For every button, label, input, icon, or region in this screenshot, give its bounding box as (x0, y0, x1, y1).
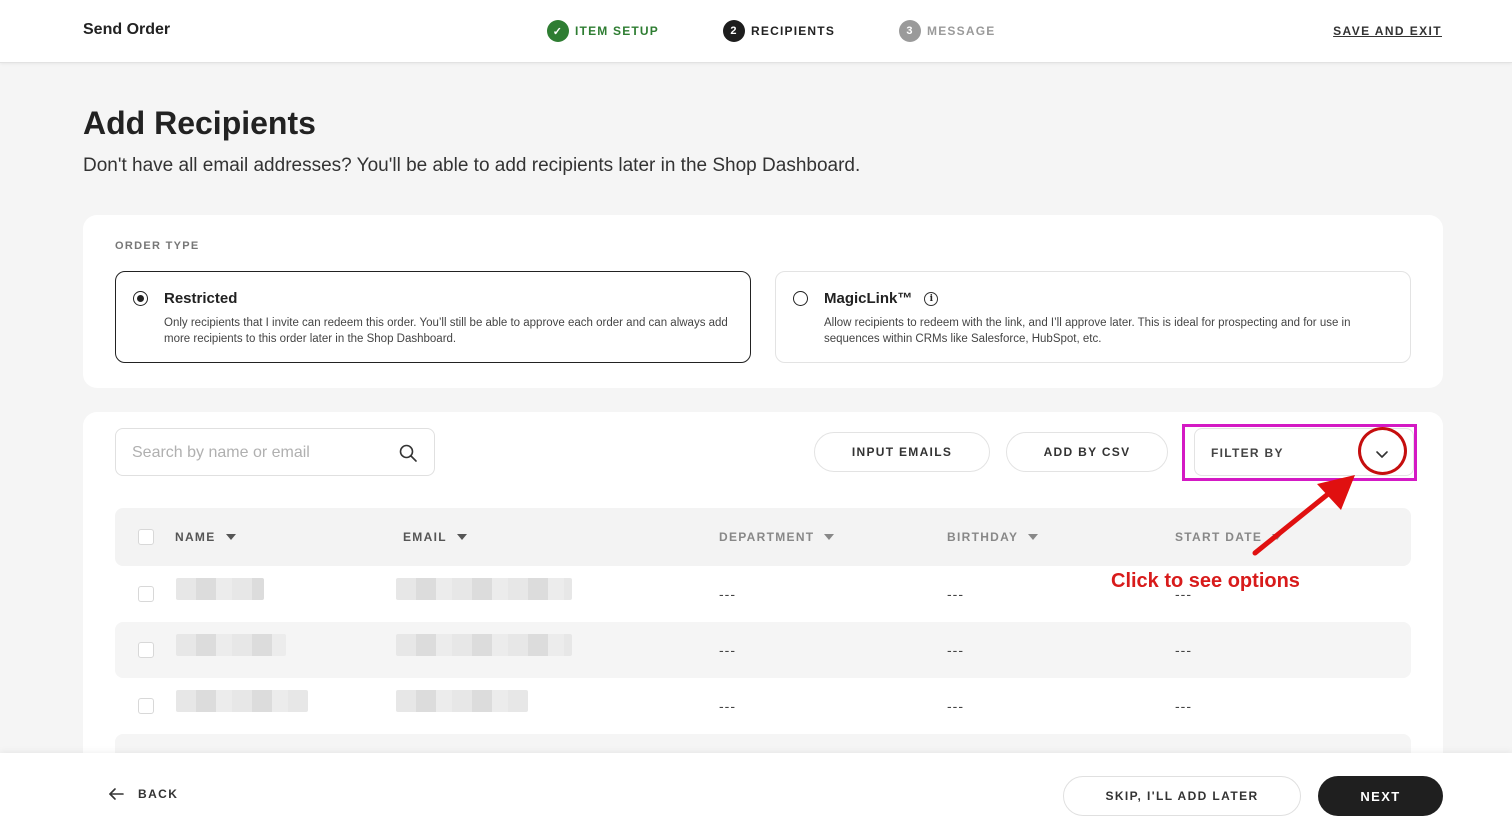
order-type-label: ORDER TYPE (115, 240, 200, 252)
column-label: BIRTHDAY (947, 530, 1019, 544)
footer-bar: BACK SKIP, I'LL ADD LATER NEXT (0, 753, 1512, 840)
department-cell: --- (719, 698, 736, 714)
sort-caret-icon (824, 534, 835, 540)
step-label: RECIPIENTS (751, 24, 836, 38)
step-label: MESSAGE (927, 24, 996, 38)
search-input[interactable] (132, 441, 382, 465)
annotation-text: Click to see options (1111, 570, 1300, 592)
check-icon: ✓ (547, 20, 569, 42)
step-message[interactable]: 3 MESSAGE (899, 20, 995, 42)
step-number: 2 (723, 20, 746, 42)
annotation-highlight-circle (1358, 427, 1407, 475)
column-email[interactable]: EMAIL (403, 530, 467, 544)
back-button[interactable]: BACK (108, 787, 178, 801)
option-magiclink[interactable]: MagicLink™ i Allow recipients to redeem … (775, 271, 1411, 363)
department-cell: --- (719, 586, 736, 602)
option-title: MagicLink™ i (824, 290, 939, 307)
stepper: ✓ ITEM SETUP 2 RECIPIENTS 3 MESSAGE (547, 20, 1059, 42)
sort-caret-icon (225, 534, 236, 540)
row-checkbox[interactable] (138, 586, 154, 602)
table-row[interactable]: --- --- --- (115, 678, 1411, 734)
step-item-setup[interactable]: ✓ ITEM SETUP (547, 20, 659, 42)
select-all-checkbox[interactable] (138, 529, 154, 545)
option-title: Restricted (164, 290, 237, 307)
column-department[interactable]: DEPARTMENT (719, 530, 835, 544)
birthday-cell: --- (947, 586, 964, 602)
department-cell: --- (719, 642, 736, 658)
skip-add-later-button[interactable]: SKIP, I'LL ADD LATER (1063, 776, 1301, 816)
redacted-name (176, 690, 308, 712)
birthday-cell: --- (947, 642, 964, 658)
column-name[interactable]: NAME (175, 530, 236, 544)
top-bar: Send Order ✓ ITEM SETUP 2 RECIPIENTS 3 M… (0, 0, 1512, 63)
add-by-csv-button[interactable]: ADD BY CSV (1006, 432, 1168, 472)
step-label: ITEM SETUP (575, 24, 660, 38)
option-title-text: MagicLink™ (824, 290, 913, 307)
search-box (115, 428, 435, 476)
redacted-email (396, 690, 528, 712)
annotation-arrow-icon (1252, 475, 1355, 556)
option-description: Allow recipients to redeem with the link… (824, 317, 1351, 345)
page-title: Add Recipients (83, 105, 316, 141)
start-date-cell: --- (1175, 698, 1192, 714)
arrow-left-icon (109, 788, 124, 800)
radio-restricted[interactable] (133, 291, 148, 306)
next-button[interactable]: NEXT (1318, 776, 1443, 816)
column-label: DEPARTMENT (719, 530, 815, 544)
start-date-cell: --- (1175, 642, 1192, 658)
redacted-email (396, 578, 572, 600)
step-number: 3 (899, 20, 922, 42)
redacted-name (176, 578, 264, 600)
page-subtitle: Don't have all email addresses? You'll b… (83, 155, 861, 176)
input-emails-button[interactable]: INPUT EMAILS (814, 432, 990, 472)
option-description: Only recipients that I invite can redeem… (164, 317, 728, 345)
sort-caret-icon (456, 534, 467, 540)
back-label: BACK (138, 787, 179, 801)
column-label: NAME (175, 530, 216, 544)
save-and-exit-link[interactable]: SAVE AND EXIT (1333, 24, 1442, 38)
birthday-cell: --- (947, 698, 964, 714)
table-header: NAME EMAIL DEPARTMENT BIRTHDAY START DAT… (115, 508, 1411, 566)
option-restricted[interactable]: Restricted Only recipients that I invite… (115, 271, 751, 363)
search-icon[interactable] (398, 443, 418, 463)
redacted-email (396, 634, 572, 656)
column-birthday[interactable]: BIRTHDAY (947, 530, 1039, 544)
redacted-name (176, 634, 286, 656)
column-label: EMAIL (403, 530, 447, 544)
option-title-text: Restricted (164, 290, 238, 307)
sort-caret-icon (1028, 534, 1039, 540)
row-checkbox[interactable] (138, 642, 154, 658)
step-recipients[interactable]: 2 RECIPIENTS (723, 20, 835, 42)
table-row[interactable]: --- --- --- (115, 622, 1411, 678)
info-icon[interactable]: i (924, 291, 939, 306)
order-type-card: ORDER TYPE Restricted Only recipients th… (83, 215, 1443, 388)
row-checkbox[interactable] (138, 698, 154, 714)
page-brand: Send Order (83, 21, 171, 38)
radio-magiclink[interactable] (793, 291, 808, 306)
